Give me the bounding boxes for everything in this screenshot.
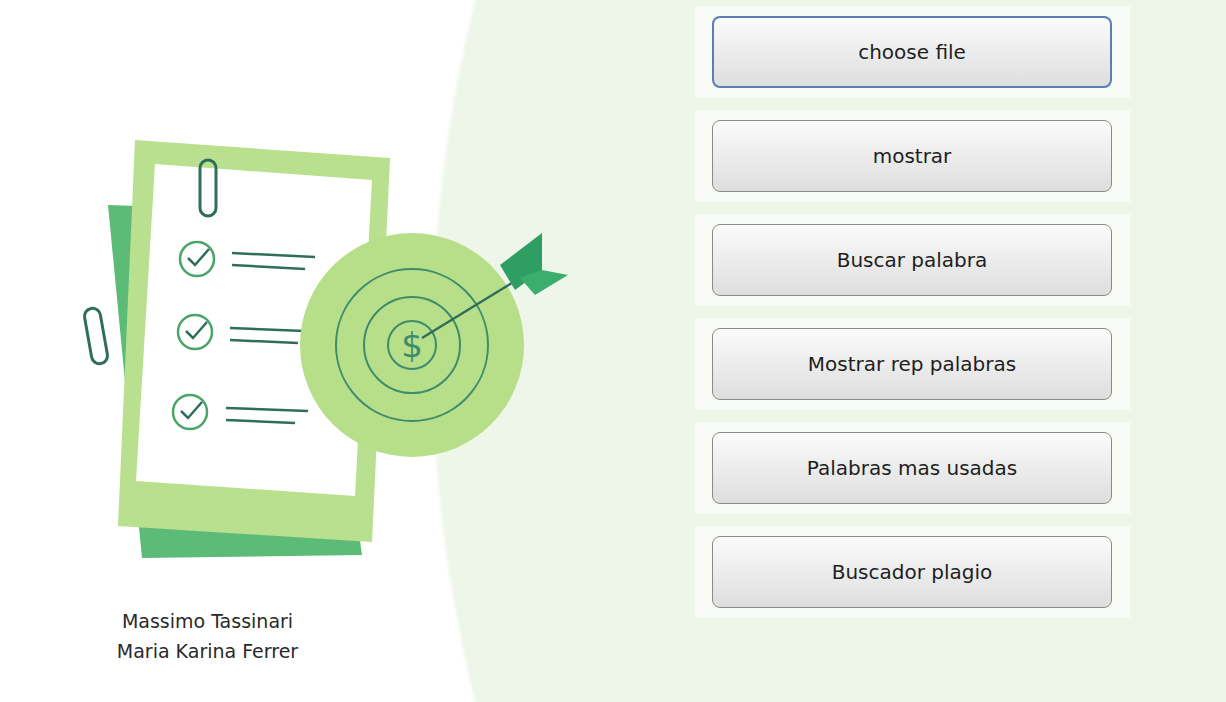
arrow-icon	[422, 278, 520, 338]
checks-icon	[173, 242, 315, 429]
app-window: $ Massimo TassinariMaria Karina Ferrer cho…	[0, 0, 1226, 702]
checklist-target-icon: $	[80, 140, 580, 570]
author-name: Maria Karina Ferrer	[80, 636, 335, 666]
button-panel: choose file	[695, 6, 1130, 98]
button-panel: mostrar	[695, 110, 1130, 202]
action-button[interactable]: mostrar	[712, 120, 1112, 192]
button-panel: Mostrar rep palabras	[695, 318, 1130, 410]
action-button[interactable]: Palabras mas usadas	[712, 432, 1112, 504]
authors: Massimo TassinariMaria Karina Ferrer	[80, 606, 335, 666]
author-name: Massimo Tassinari	[80, 606, 335, 636]
action-button[interactable]: Buscador plagio	[712, 536, 1112, 608]
dollar-symbol: $	[401, 325, 423, 365]
target-icon	[300, 233, 524, 457]
paperclip-icon	[200, 160, 216, 216]
button-panel: Palabras mas usadas	[695, 422, 1130, 514]
action-button[interactable]: choose file	[712, 16, 1112, 88]
button-panel: Buscador plagio	[695, 526, 1130, 618]
left-pane: $ Massimo TassinariMaria Karina Ferrer	[0, 0, 695, 702]
action-button[interactable]: Buscar palabra	[712, 224, 1112, 296]
button-panel: Buscar palabra	[695, 214, 1130, 306]
button-column: choose file mostrar Buscar palabra Mostrar …	[695, 0, 1130, 702]
action-button[interactable]: Mostrar rep palabras	[712, 328, 1112, 400]
paperclip-icon	[83, 307, 108, 365]
